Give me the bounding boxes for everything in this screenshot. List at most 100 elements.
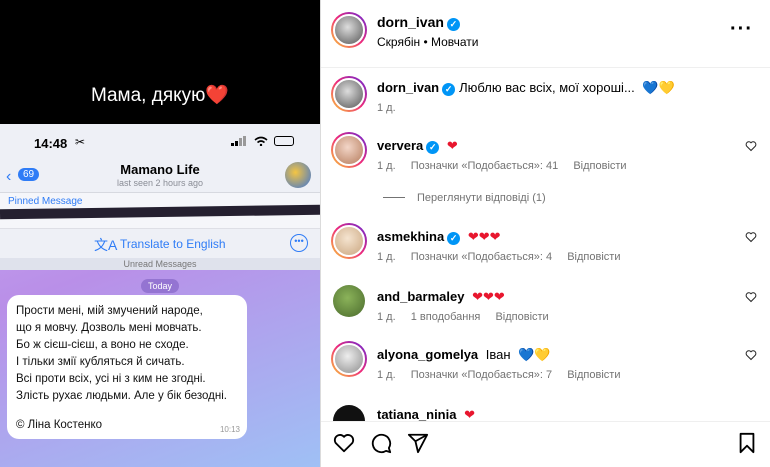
caption-flag-emoji: 💙💛 bbox=[642, 80, 675, 95]
comment-meta: 1 д. 1 вподобання Відповісти bbox=[377, 311, 561, 323]
comment-avatar-image bbox=[333, 134, 365, 166]
comment-avatar[interactable] bbox=[331, 341, 367, 377]
comment-avatar-image bbox=[333, 225, 365, 257]
status-icons bbox=[231, 134, 294, 148]
translate-label[interactable]: Translate to English bbox=[120, 237, 226, 251]
chat-avatar[interactable] bbox=[285, 162, 311, 188]
poem-line: Злість рухає людьми. Але у бік безодні. bbox=[16, 390, 227, 402]
unread-divider: Unread Messages bbox=[0, 258, 320, 270]
comment-time[interactable]: 1 д. bbox=[377, 251, 396, 263]
comment-time[interactable]: 1 д. bbox=[377, 369, 396, 381]
comment-likes[interactable]: 1 вподобання bbox=[411, 311, 481, 323]
caption-time[interactable]: 1 д. bbox=[377, 102, 396, 114]
comment-like-icon[interactable] bbox=[745, 349, 757, 361]
comment-line: and_barmaley ❤❤❤ bbox=[377, 289, 505, 305]
story-caption: Мама, дякую❤️ bbox=[0, 83, 320, 107]
caption-meta: 1 д. bbox=[377, 102, 408, 114]
owner-avatar-image bbox=[333, 14, 365, 46]
comment-time[interactable]: 1 д. bbox=[377, 160, 396, 172]
view-replies[interactable]: Переглянути відповіді (1) bbox=[383, 192, 546, 204]
verified-icon: ✓ bbox=[446, 18, 460, 31]
bookmark-icon[interactable] bbox=[737, 432, 757, 454]
comment-emoji: ❤❤❤ bbox=[472, 289, 505, 304]
caption-text: Люблю вас всіх, мої хороші... bbox=[459, 80, 635, 95]
story-caption-text: Мама, дякую bbox=[90, 85, 206, 106]
pinned-message[interactable]: Pinned Message bbox=[0, 193, 320, 228]
comment-emoji: ❤ bbox=[446, 138, 458, 153]
comment-like-icon[interactable] bbox=[745, 140, 757, 152]
message-time: 10:13 bbox=[219, 425, 240, 434]
translate-icon: 文A bbox=[94, 237, 118, 253]
comment-line: ververa ✓ ❤ bbox=[377, 138, 458, 154]
reply-button[interactable]: Відповісти bbox=[567, 251, 620, 263]
share-icon[interactable] bbox=[407, 432, 429, 454]
comment-username[interactable]: tatiana_ninia bbox=[377, 407, 456, 422]
poem-line: Бо ж сієш-сієш, а воно не сходе. bbox=[16, 339, 189, 351]
wifi-icon bbox=[254, 136, 268, 147]
phone-screenshot: 14:48 ✂ ‹ 69 Mamano Life last seen 2 hou… bbox=[0, 124, 320, 467]
comment-meta: 1 д. Позначки «Подобається»: 7 Відповіст… bbox=[377, 369, 632, 381]
status-clock: 14:48 bbox=[34, 136, 68, 151]
comment-time[interactable]: 1 д. bbox=[377, 311, 396, 323]
comment-likes[interactable]: Позначки «Подобається»: 7 bbox=[411, 369, 552, 381]
comment-likes[interactable]: Позначки «Подобається»: 4 bbox=[411, 251, 552, 263]
story-media: Мама, дякую❤️ 14:48 ✂ ‹ 69 Mamano Life l… bbox=[0, 0, 320, 467]
pinned-label: Pinned Message bbox=[8, 196, 83, 207]
comment-username[interactable]: ververa bbox=[377, 138, 423, 153]
comment-text: Іван bbox=[485, 347, 511, 362]
more-icon[interactable]: ··· bbox=[730, 18, 753, 41]
poem-line: І тільки змії кубляться й сичать. bbox=[16, 356, 185, 368]
reply-button[interactable]: Відповісти bbox=[495, 311, 548, 323]
poem-line: Всі проти всіх, усі ні з ким не згодні. bbox=[16, 373, 206, 385]
status-bar: 14:48 ✂ bbox=[0, 124, 320, 158]
comment-username[interactable]: asmekhina bbox=[377, 229, 444, 244]
chat-last-seen: last seen 2 hours ago bbox=[116, 178, 204, 188]
comment-avatar[interactable] bbox=[331, 132, 367, 168]
comment-avatar-image bbox=[333, 343, 365, 375]
comment-icon[interactable] bbox=[370, 432, 392, 454]
battery-icon bbox=[274, 136, 294, 146]
caption-username[interactable]: dorn_ivan bbox=[377, 80, 439, 95]
post-header: dorn_ivan ✓ Скрябін • Мовчати ··· bbox=[321, 0, 770, 68]
more-options-icon[interactable]: ••• bbox=[290, 234, 308, 252]
chat-title: Mamano Life bbox=[120, 162, 200, 177]
comment-likes[interactable]: Позначки «Подобається»: 41 bbox=[411, 160, 559, 172]
post-panel: dorn_ivan ✓ Скрябін • Мовчати ··· dorn_iv… bbox=[320, 0, 770, 467]
comment-username[interactable]: alyona_gomelya bbox=[377, 347, 478, 362]
reply-button[interactable]: Відповісти bbox=[573, 160, 626, 172]
heart-emoji: ❤️ bbox=[205, 85, 230, 106]
comment-emoji: ❤ bbox=[464, 407, 475, 422]
verified-icon: ✓ bbox=[426, 141, 440, 154]
caption-line: dorn_ivan ✓ Люблю вас всіх, мої хороші... … bbox=[377, 80, 675, 96]
comment-meta: 1 д. Позначки «Подобається»: 41 Відповіс… bbox=[377, 160, 639, 172]
comment-like-icon[interactable] bbox=[745, 231, 757, 243]
owner-username-text[interactable]: dorn_ivan bbox=[377, 14, 444, 30]
heart-outline-icon[interactable] bbox=[333, 432, 355, 454]
comment-avatar[interactable] bbox=[331, 223, 367, 259]
chat-header: ‹ 69 Mamano Life last seen 2 hours ago bbox=[0, 158, 320, 193]
comment-line: asmekhina ✓ ❤❤❤ bbox=[377, 229, 501, 245]
poem-line: Прости мені, мій змучений народе, bbox=[16, 305, 203, 317]
signal-icon bbox=[231, 136, 247, 146]
action-bar bbox=[321, 421, 770, 467]
poem-line: що я мовчу. Дозволь мені мовчать. bbox=[16, 322, 202, 334]
comment-like-icon[interactable] bbox=[745, 291, 757, 303]
comment-emoji: ❤❤❤ bbox=[467, 229, 501, 244]
owner-avatar[interactable] bbox=[331, 12, 367, 48]
reply-button[interactable]: Відповісти bbox=[567, 369, 620, 381]
comment-avatar[interactable] bbox=[333, 285, 365, 317]
comment-meta: 1 д. Позначки «Подобається»: 4 Відповіст… bbox=[377, 251, 632, 263]
comment-line: alyona_gomelya Іван 💙💛 bbox=[377, 347, 551, 363]
poem-author: © Ліна Костенко bbox=[16, 419, 102, 431]
verified-icon: ✓ bbox=[442, 83, 456, 96]
comment-emoji: 💙💛 bbox=[518, 347, 551, 362]
view-replies-label[interactable]: Переглянути відповіді (1) bbox=[417, 192, 546, 204]
comment-username[interactable]: and_barmaley bbox=[377, 289, 464, 304]
verified-icon: ✓ bbox=[447, 232, 461, 245]
caption-avatar-image bbox=[333, 78, 365, 110]
owner-username[interactable]: dorn_ivan ✓ bbox=[377, 14, 460, 31]
audio-track[interactable]: Скрябін • Мовчати bbox=[377, 35, 479, 49]
caption-avatar[interactable] bbox=[331, 76, 367, 112]
translate-bar[interactable]: 文A Translate to English ••• bbox=[0, 228, 320, 258]
date-badge: Today bbox=[141, 279, 180, 293]
